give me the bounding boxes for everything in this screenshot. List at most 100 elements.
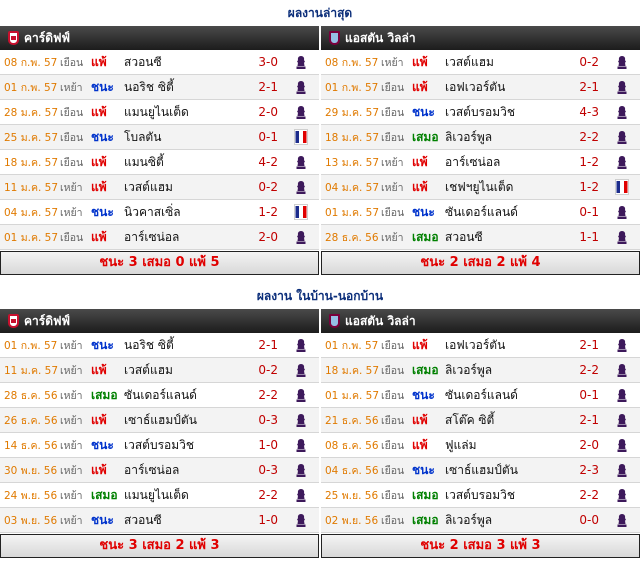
match-opponent: อาร์เซน่อล	[124, 462, 180, 477]
match-venue: เยือน	[381, 414, 405, 427]
match-opponent: ลิเวอร์พูล	[445, 362, 493, 377]
match-venue: เยือน	[381, 81, 405, 94]
premier-league-icon	[607, 225, 637, 250]
match-date: 01 ก.พ. 57	[4, 81, 58, 94]
premier-league-icon	[286, 383, 316, 408]
match-row: 18 ม.ค. 57 เยือน เสมอ ลิเวอร์พูล 2-2	[321, 358, 640, 383]
match-result: แพ้	[91, 362, 107, 377]
match-date: 25 พ.ย. 56	[325, 489, 379, 502]
match-opponent: เวสต์บรอมวิช	[445, 487, 516, 502]
match-score: 2-2	[258, 388, 278, 402]
section-title-recent: ผลงานล่าสุด	[287, 6, 353, 20]
match-venue: เยือน	[381, 106, 405, 119]
match-score: 0-0	[579, 513, 599, 527]
team-header-aston-villa: แอสตัน วิลล่า	[321, 26, 640, 50]
match-score: 2-1	[258, 338, 278, 352]
match-result: แพ้	[91, 54, 107, 69]
match-date: 18 ม.ค. 57	[4, 156, 59, 169]
match-opponent: ลิเวอร์พูล	[445, 512, 493, 527]
match-row: 25 ม.ค. 57 เยือน ชนะ โบลตัน 0-1	[0, 125, 319, 150]
match-score: 1-2	[579, 155, 599, 169]
premier-league-icon	[607, 125, 637, 150]
match-date: 01 ก.พ. 57	[4, 339, 58, 352]
match-result: ชนะ	[412, 104, 435, 119]
match-venue: เหย้า	[60, 364, 83, 377]
summary-bar: ชนะ 3 เสมอ 0 แพ้ 5	[0, 251, 319, 275]
team-name: แอสตัน วิลล่า	[345, 313, 416, 328]
match-result: แพ้	[412, 154, 428, 169]
match-result: เสมอ	[91, 387, 118, 402]
match-opponent: ลิเวอร์พูล	[445, 129, 493, 144]
match-venue: เยือน	[381, 439, 405, 452]
match-result: เสมอ	[412, 129, 439, 144]
match-row: 30 พ.ย. 56 เหย้า แพ้ อาร์เซน่อล 0-3	[0, 458, 319, 483]
match-score: 2-2	[579, 130, 599, 144]
match-opponent: เซาธ์แฮมป์ตัน	[124, 412, 197, 427]
match-score: 2-2	[579, 363, 599, 377]
home-away-form-section: ผลงาน ในบ้าน-นอกบ้าน คาร์ดิฟฟ์ 01 ก.พ. 5…	[0, 283, 640, 558]
premier-league-icon	[286, 175, 316, 200]
cardiff-crest-icon	[8, 314, 19, 328]
match-venue: เหย้า	[60, 389, 83, 402]
team-header-cardiff: คาร์ดิฟฟ์	[0, 309, 319, 333]
match-list: 08 ก.พ. 57 เยือน แพ้ สวอนซี 3-0 01 ก.พ. 57 เหย…	[0, 50, 319, 250]
summary-bar: ชนะ 3 เสมอ 2 แพ้ 3	[0, 534, 319, 558]
premier-league-icon	[286, 458, 316, 483]
premier-league-icon	[607, 483, 637, 508]
match-row: 04 ม.ค. 57 เหย้า แพ้ เชฟฯยูไนเต็ด 1-2	[321, 175, 640, 200]
match-result: ชนะ	[91, 79, 114, 94]
match-score: 1-1	[579, 230, 599, 244]
match-row: 01 ก.พ. 57 เยือน แพ้ เอฟเวอร์ตัน 2-1	[321, 75, 640, 100]
premier-league-icon	[607, 508, 637, 533]
match-venue: เหย้า	[60, 206, 83, 219]
match-date: 08 ธ.ค. 56	[325, 439, 379, 452]
premier-league-icon	[286, 358, 316, 383]
match-result: ชนะ	[91, 337, 114, 352]
match-row: 29 ม.ค. 57 เยือน ชนะ เวสต์บรอมวิช 4-3	[321, 100, 640, 125]
match-date: 03 พ.ย. 56	[4, 514, 58, 527]
match-venue: เยือน	[60, 131, 84, 144]
match-result: แพ้	[412, 179, 428, 194]
match-score: 2-2	[579, 488, 599, 502]
cardiff-crest-icon	[8, 31, 19, 45]
match-result: ชนะ	[412, 387, 435, 402]
match-date: 01 ม.ค. 57	[325, 206, 380, 219]
premier-league-icon	[607, 75, 637, 100]
match-row: 04 ม.ค. 57 เหย้า ชนะ นิวคาสเซิ่ล 1-2	[0, 200, 319, 225]
match-opponent: เซาธ์แฮมป์ตัน	[445, 462, 518, 477]
match-venue: เหย้า	[60, 81, 83, 94]
match-score: 0-1	[579, 205, 599, 219]
match-date: 08 ก.พ. 57	[325, 56, 379, 69]
match-venue: เหย้า	[60, 414, 83, 427]
match-score: 2-3	[579, 463, 599, 477]
match-opponent: อาร์เซน่อล	[445, 154, 501, 169]
aston-villa-crest-icon	[329, 31, 340, 45]
premier-league-icon	[607, 433, 637, 458]
match-venue: เหย้า	[60, 464, 83, 477]
premier-league-icon	[286, 150, 316, 175]
match-row: 28 ม.ค. 57 เยือน แพ้ แมนยูไนเต็ด 2-0	[0, 100, 319, 125]
match-opponent: แมนซิตี้	[124, 154, 164, 169]
premier-league-icon	[607, 333, 637, 358]
premier-league-icon	[286, 100, 316, 125]
match-row: 11 ม.ค. 57 เหย้า แพ้ เวสต์แฮม 0-2	[0, 358, 319, 383]
summary-bar: ชนะ 2 เสมอ 2 แพ้ 4	[321, 251, 640, 275]
match-result: แพ้	[412, 79, 428, 94]
match-venue: เยือน	[381, 131, 405, 144]
match-result: แพ้	[91, 179, 107, 194]
match-row: 28 ธ.ค. 56 เหย้า เสมอ ซันเดอร์แลนด์ 2-2	[0, 383, 319, 408]
match-date: 13 ม.ค. 57	[325, 156, 380, 169]
match-result: ชนะ	[91, 437, 114, 452]
match-opponent: เวสต์แฮม	[124, 179, 173, 194]
match-result: แพ้	[91, 412, 107, 427]
match-opponent: เวสต์บรอมวิช	[445, 104, 516, 119]
match-score: 2-0	[579, 438, 599, 452]
match-result: แพ้	[412, 437, 428, 452]
match-venue: เยือน	[381, 339, 405, 352]
summary-bar: ชนะ 2 เสมอ 3 แพ้ 3	[321, 534, 640, 558]
match-venue: เยือน	[381, 389, 405, 402]
match-result: ชนะ	[91, 512, 114, 527]
fa-cup-icon	[607, 175, 637, 200]
match-result: เสมอ	[412, 512, 439, 527]
match-row: 01 ก.พ. 57 เหย้า ชนะ นอริช ซิตี้ 2-1	[0, 75, 319, 100]
